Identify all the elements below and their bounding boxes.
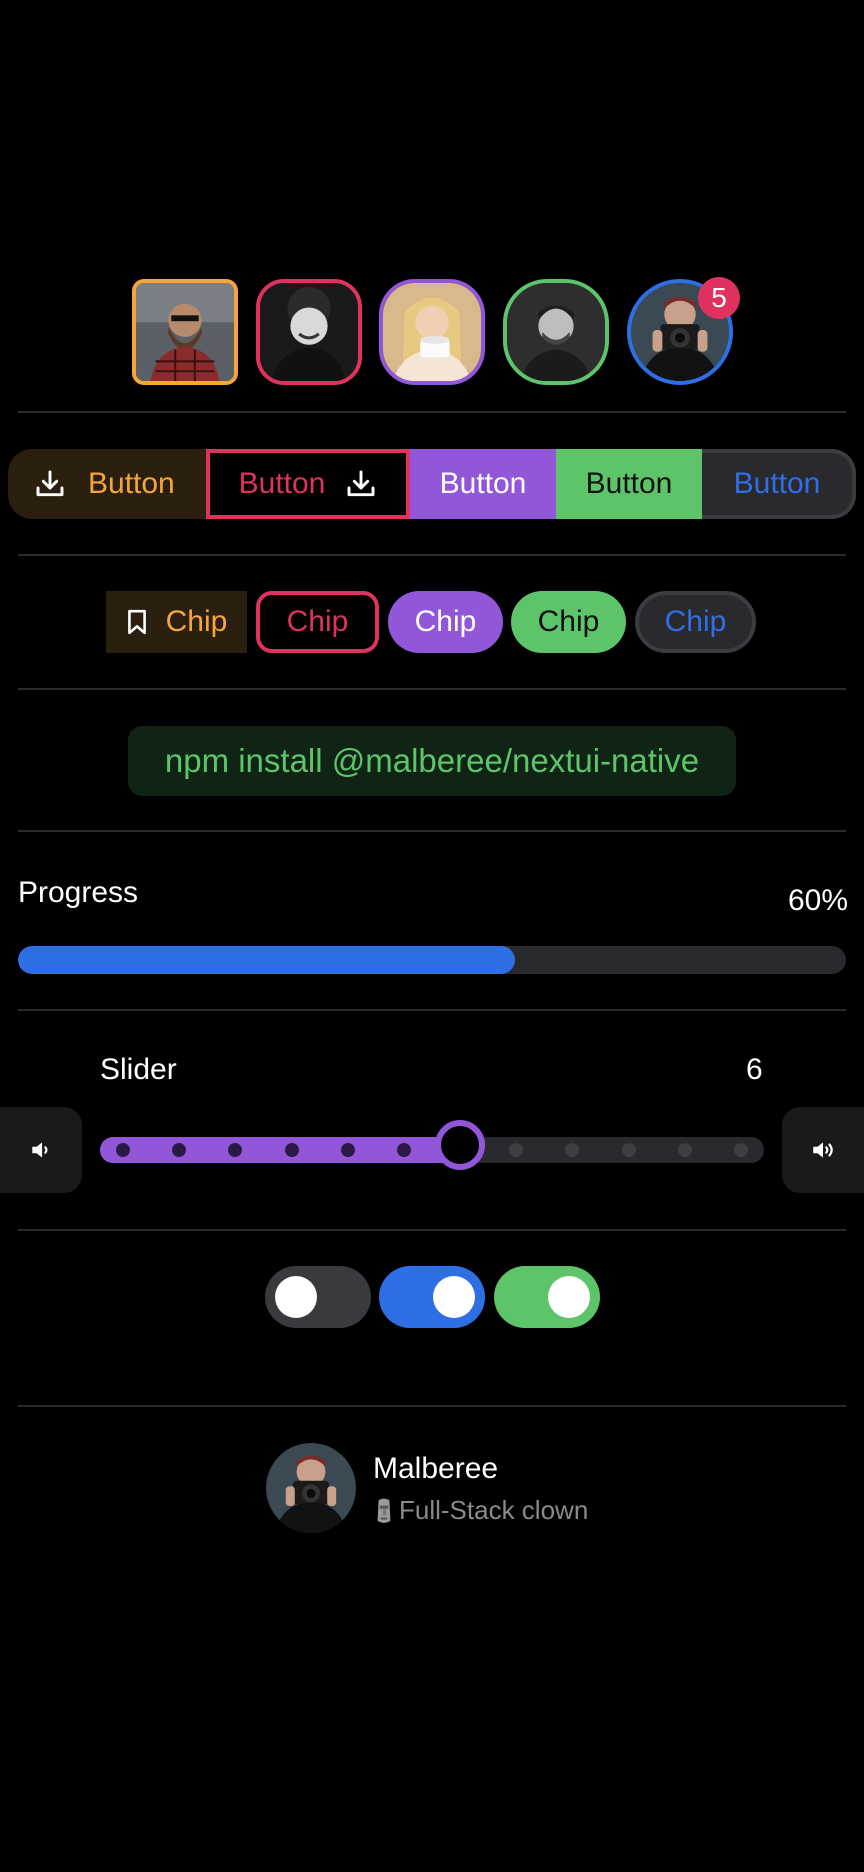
avatar-image (136, 283, 234, 381)
slider-step-dot (621, 1143, 636, 1157)
divider (18, 554, 846, 556)
switch-knob (275, 1276, 317, 1318)
moai-icon (377, 1498, 391, 1523)
slider-step-dot (565, 1143, 580, 1157)
avatar-image (507, 283, 605, 381)
button-label: Button (585, 467, 673, 500)
progress-track (18, 946, 846, 974)
chip-label: Chip (414, 605, 477, 638)
user-avatar[interactable] (266, 1443, 356, 1533)
user-description-text: Full-Stack clown (399, 1495, 589, 1525)
slider-step-dot (677, 1143, 692, 1157)
switch-knob (433, 1276, 475, 1318)
volume-low-icon (32, 1142, 48, 1158)
chip-label: Chip (537, 605, 600, 638)
progress-fill (18, 946, 515, 974)
slider-value: 6 (746, 1053, 763, 1086)
code-text: npm install @malberee/nextui-native (164, 742, 700, 779)
button-label: Button (88, 467, 175, 500)
divider (18, 1229, 846, 1231)
notification-badge: 5 (698, 277, 740, 319)
avatar-man-portrait[interactable] (503, 279, 609, 385)
avatar-image (266, 1443, 356, 1533)
volume-increase-button[interactable] (782, 1107, 864, 1193)
volume-decrease-button[interactable] (0, 1107, 82, 1193)
switch-default[interactable] (265, 1266, 371, 1328)
chip-label: Chip (286, 605, 349, 638)
button-primary[interactable]: Button (702, 449, 856, 519)
button-danger-download[interactable]: Button (206, 449, 410, 519)
avatar-bearded-man[interactable] (132, 279, 238, 385)
divider (18, 830, 846, 832)
chip-label: Chip (165, 605, 228, 638)
avatar-image (383, 283, 481, 381)
button-warning-download[interactable]: Button (8, 449, 207, 519)
chip-warning[interactable]: Chip (106, 591, 247, 653)
bookmark-icon (127, 609, 146, 635)
user-name: Malberee (373, 1452, 499, 1485)
button-label: Button (238, 467, 326, 500)
slider-step-dot (116, 1143, 130, 1157)
slider-track[interactable] (100, 1120, 764, 1170)
chip-danger[interactable]: Chip (256, 591, 379, 653)
button-label: Button (439, 467, 527, 500)
user-description: Full-Stack clown (373, 1495, 588, 1526)
slider-step-dot (340, 1143, 355, 1157)
slider-step-dot (734, 1143, 748, 1157)
chip-secondary[interactable]: Chip (388, 591, 503, 653)
download-icon (36, 470, 64, 497)
download-icon (347, 470, 375, 497)
switch-success[interactable] (494, 1266, 600, 1328)
divider (18, 1009, 846, 1011)
avatar-curly-man[interactable] (256, 279, 362, 385)
slider-step-dot (396, 1143, 411, 1157)
slider-step-dot (509, 1143, 524, 1157)
chip-success[interactable]: Chip (511, 591, 626, 653)
slider-thumb[interactable] (435, 1120, 486, 1170)
avatar-image (260, 283, 358, 381)
slider-step-dot (284, 1143, 299, 1157)
divider (18, 411, 846, 413)
code-snippet[interactable]: npm install @malberee/nextui-native (128, 726, 736, 796)
button-secondary[interactable]: Button (410, 449, 556, 519)
button-label: Button (733, 467, 821, 500)
volume-high-icon (813, 1142, 833, 1158)
progress-value: 60% (788, 884, 849, 917)
chip-primary[interactable]: Chip (635, 591, 756, 653)
switch-knob (548, 1276, 590, 1318)
switch-primary[interactable] (379, 1266, 485, 1328)
slider-label: Slider (100, 1053, 177, 1086)
progress-label: Progress (18, 876, 139, 909)
divider (18, 1405, 846, 1407)
button-success[interactable]: Button (556, 449, 702, 519)
avatar-woman-coffee[interactable] (379, 279, 485, 385)
divider (18, 688, 846, 690)
chip-label: Chip (664, 605, 727, 638)
